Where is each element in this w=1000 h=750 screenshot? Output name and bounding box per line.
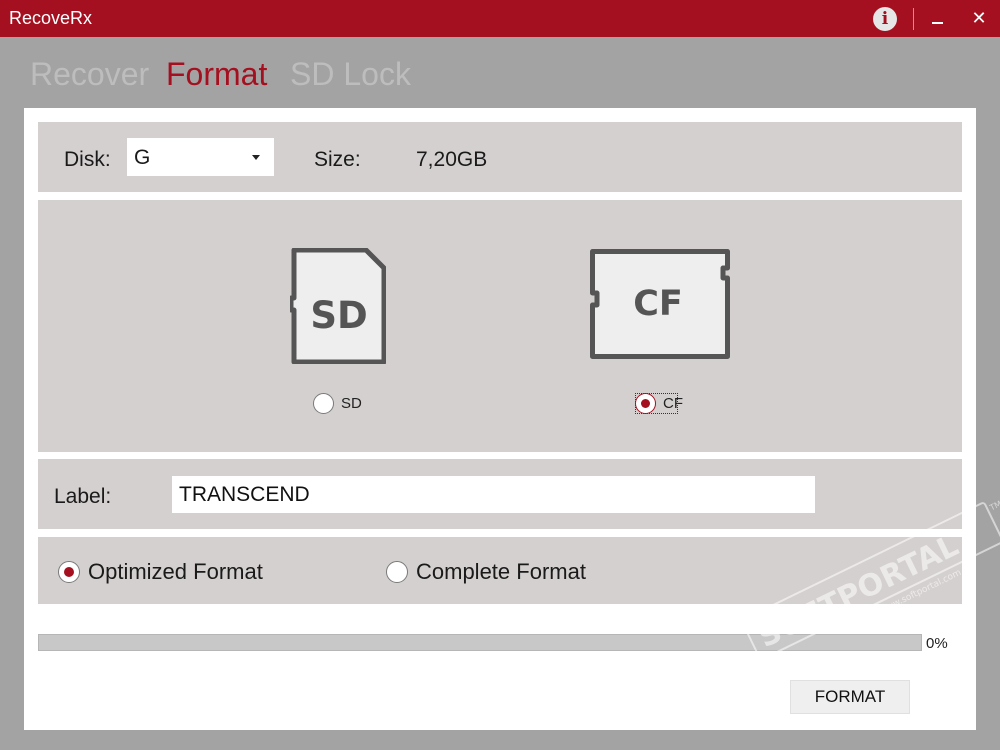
cf-card-icon[interactable]: CF [590, 249, 730, 359]
disk-dropdown-value: G [134, 146, 151, 169]
title-bar-divider [913, 8, 914, 30]
sd-radio-option[interactable]: SD [313, 393, 362, 414]
watermark-tm: TM [988, 499, 1000, 513]
complete-format-label: Complete Format [416, 559, 586, 584]
window-title: RecoveRx [9, 8, 93, 28]
format-mode-panel: Optimized Format Complete Format [38, 537, 962, 604]
cf-radio[interactable] [635, 393, 656, 414]
size-value: 7,20GB [416, 148, 488, 171]
sd-radio[interactable] [313, 393, 334, 414]
complete-format-radio[interactable] [386, 561, 408, 583]
info-icon[interactable]: i [873, 7, 897, 31]
progress-percent: 0% [926, 635, 948, 652]
disk-label: Disk: [64, 148, 111, 171]
card-type-panel: SD CF SD CF [38, 200, 962, 452]
minimize-button[interactable] [925, 6, 949, 30]
volume-label-panel: Label: [38, 459, 962, 529]
disk-panel: Disk: G Size: 7,20GB [38, 122, 962, 192]
format-content-area: Disk: G Size: 7,20GB SD CF SD CF Label: [24, 108, 976, 730]
cf-card-icon-text: CF [633, 284, 683, 324]
format-progress-bar [38, 634, 922, 651]
optimized-format-option[interactable]: Optimized Format [58, 559, 263, 585]
close-button[interactable]: ✕ [967, 6, 991, 30]
volume-label-caption: Label: [54, 485, 112, 508]
tab-sd-lock[interactable]: SD Lock [290, 56, 411, 93]
sd-card-icon[interactable]: SD [290, 248, 386, 364]
disk-dropdown[interactable]: G [127, 138, 274, 176]
size-label: Size: [314, 148, 361, 171]
optimized-format-radio[interactable] [58, 561, 80, 583]
caret-down-icon [252, 155, 260, 160]
tab-recover[interactable]: Recover [30, 56, 149, 93]
volume-label-input[interactable] [172, 476, 815, 513]
cf-radio-option[interactable]: CF [635, 393, 683, 414]
tab-format[interactable]: Format [166, 56, 267, 93]
title-bar: RecoveRx i ✕ [0, 0, 1000, 37]
sd-card-icon-text: SD [310, 294, 367, 337]
optimized-format-label: Optimized Format [88, 559, 263, 584]
format-button[interactable]: FORMAT [790, 680, 910, 714]
complete-format-option[interactable]: Complete Format [386, 559, 586, 585]
sd-radio-label: SD [341, 395, 362, 412]
